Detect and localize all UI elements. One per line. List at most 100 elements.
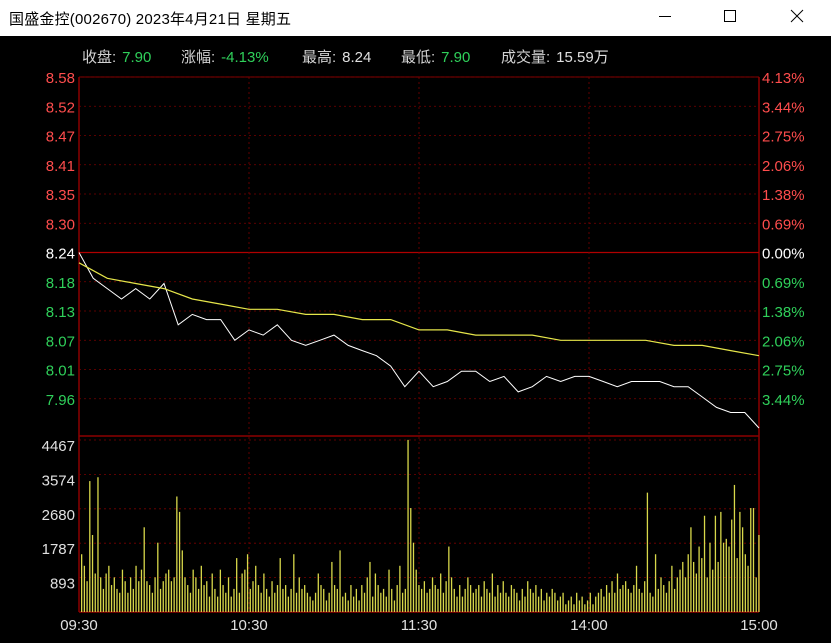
volume-bar	[415, 569, 417, 612]
volume-bar	[173, 577, 175, 612]
volume-bar	[312, 600, 314, 612]
volume-bar	[543, 600, 545, 612]
volume-bar	[527, 581, 529, 612]
volume-bar	[597, 592, 600, 612]
volume-bar	[426, 592, 428, 612]
volume-bar	[537, 596, 540, 612]
volume-bar	[690, 527, 692, 612]
volume-bar	[320, 585, 322, 612]
volume-bar	[467, 577, 469, 612]
volume-bar	[516, 592, 518, 612]
volume-bar	[89, 481, 91, 612]
volume-bar	[184, 577, 186, 612]
volume-bar	[469, 585, 472, 612]
volume-bar	[431, 577, 434, 612]
volume-bar	[301, 588, 303, 612]
volume-bar	[265, 588, 268, 612]
percent-tick-label: 0.00%	[762, 246, 805, 263]
volume-bar	[714, 515, 717, 612]
volume-bar	[595, 596, 597, 612]
volume-bar	[314, 592, 317, 612]
volume-bar	[622, 585, 624, 612]
volume-bar	[747, 565, 749, 612]
volume-bar	[208, 596, 211, 612]
volume-bar	[750, 508, 752, 612]
volume-bar	[290, 588, 292, 612]
volume-bar	[508, 596, 510, 612]
volume-bar	[687, 554, 689, 612]
volume-bar	[268, 596, 270, 612]
volume-bar	[499, 592, 502, 612]
volume-bar	[255, 565, 257, 612]
volume-bar	[739, 511, 741, 612]
volume-bar	[355, 588, 358, 612]
volume-bar	[524, 596, 526, 612]
percent-tick-label: 2.75%	[762, 363, 805, 380]
volume-bar	[353, 596, 355, 612]
volume-bar	[682, 561, 684, 612]
price-tick-label: 8.30	[46, 216, 75, 233]
volume-bar	[295, 592, 298, 612]
time-tick-label: 15:00	[740, 617, 778, 634]
volume-bar	[309, 596, 311, 612]
price-tick-label: 8.13	[46, 304, 75, 321]
volume-bar	[404, 588, 406, 612]
volume-bar	[701, 558, 703, 612]
volume-bar	[614, 592, 616, 612]
volume-bar	[578, 600, 581, 612]
volume-bar	[720, 511, 722, 612]
volume-bar	[317, 573, 319, 612]
price-tick-label: 7.96	[46, 392, 75, 409]
volume-bar	[189, 592, 192, 612]
price-tick-label: 8.47	[46, 129, 75, 146]
price-tick-label: 8.35	[46, 187, 75, 204]
volume-bar	[453, 588, 455, 612]
volume-bar	[736, 558, 738, 612]
volume-bar	[393, 600, 396, 612]
volume-bar	[684, 577, 687, 612]
volume-bar	[401, 592, 404, 612]
volume-bar	[475, 588, 477, 612]
volume-bar	[546, 592, 548, 612]
volume-bar	[369, 561, 371, 612]
volume-bar	[521, 588, 523, 612]
volume-bar	[399, 565, 401, 612]
price-tick-label: 8.58	[46, 70, 75, 87]
volume-bar	[293, 554, 295, 612]
volume-bar	[178, 511, 181, 612]
volume-bar	[693, 561, 695, 612]
volume-bar	[573, 604, 575, 612]
volume-bar	[562, 592, 564, 612]
volume-bar	[298, 577, 300, 612]
volume-bar	[505, 592, 507, 612]
volume-bar	[548, 596, 551, 612]
volume-bar	[638, 588, 640, 612]
volume-bar	[135, 565, 137, 612]
volume-bar	[176, 496, 178, 612]
volume-bar	[657, 588, 659, 612]
time-tick-label: 10:30	[230, 617, 268, 634]
volume-bar	[649, 592, 651, 612]
volume-bar	[605, 585, 608, 612]
volume-bar	[448, 546, 450, 612]
volume-bar	[306, 592, 309, 612]
volume-bar	[698, 546, 700, 612]
volume-bar	[459, 585, 461, 612]
volume-bar	[127, 592, 129, 612]
volume-bar	[494, 596, 496, 612]
volume-bar	[200, 565, 202, 612]
percent-tick-label: 0.69%	[762, 216, 805, 233]
volume-bar	[619, 588, 621, 612]
volume-bar	[706, 577, 708, 612]
volume-bar	[333, 585, 336, 612]
volume-bar	[162, 581, 164, 612]
volume-bar	[206, 581, 208, 612]
average-price-line	[78, 262, 760, 357]
time-tick-label: 14:00	[570, 617, 608, 634]
volume-bar	[630, 592, 632, 612]
volume-bar	[712, 569, 714, 612]
volume-bar	[217, 596, 219, 612]
price-tick-label: 8.41	[46, 158, 75, 175]
volume-bar	[709, 542, 711, 612]
volume-bar	[151, 592, 154, 612]
